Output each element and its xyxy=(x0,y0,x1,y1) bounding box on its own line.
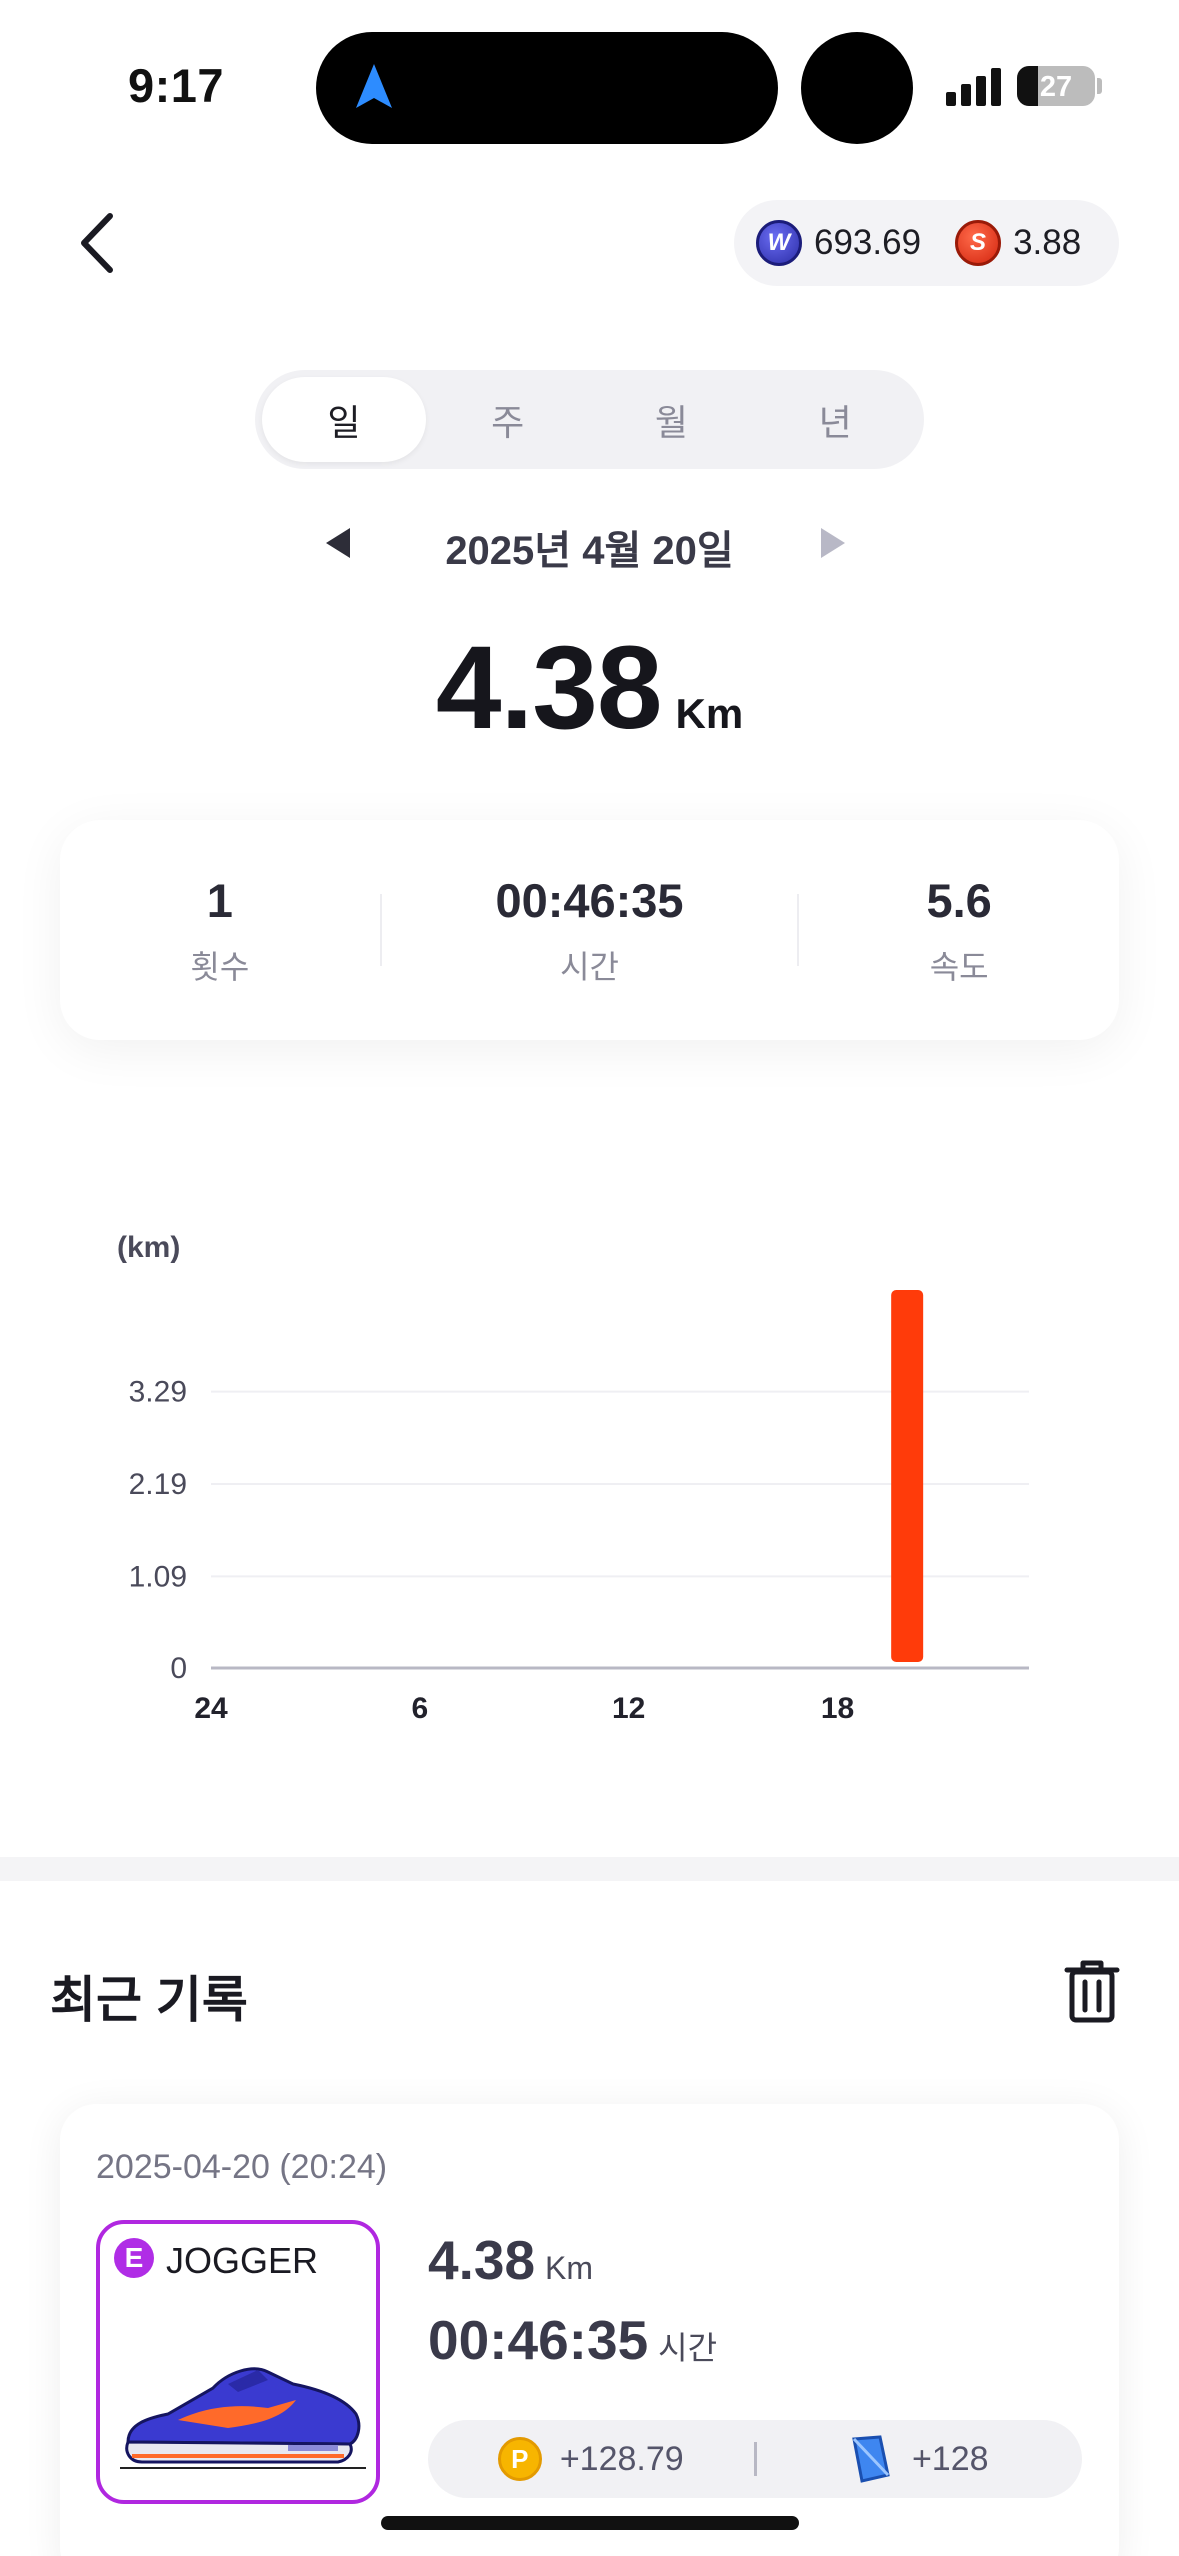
back-chevron-icon[interactable] xyxy=(72,210,122,276)
stat-count: 1 횟수 xyxy=(60,873,380,988)
stat-time-value: 00:46:35 xyxy=(495,873,684,927)
x-tick-label: 24 xyxy=(194,1692,228,1725)
dynamic-island xyxy=(316,32,778,144)
balance-s: 3.88 xyxy=(1013,223,1082,262)
balance-w: 693.69 xyxy=(814,223,922,262)
period-tabs: 일 주 월 년 xyxy=(255,370,924,469)
total-distance: 4.38 Km xyxy=(0,620,1179,756)
total-distance-value: 4.38 xyxy=(435,622,663,754)
record-distance-unit: Km xyxy=(545,2250,594,2286)
x-tick-label: 18 xyxy=(821,1692,854,1725)
shoe-card[interactable]: E JOGGER xyxy=(96,2220,380,2504)
x-tick-label: 12 xyxy=(612,1692,645,1725)
home-indicator xyxy=(381,2516,799,2530)
record-time-value: 00:46:35 xyxy=(428,2309,649,2371)
record-card[interactable]: 2025-04-20 (20:24) E JOGGER 4.38 Km 00:46… xyxy=(60,2104,1119,2556)
stat-count-label: 횟수 xyxy=(190,948,250,985)
record-distance-value: 4.38 xyxy=(428,2229,536,2291)
shoe-name: JOGGER xyxy=(166,2240,319,2281)
reward-gem: +128 xyxy=(757,2435,1083,2483)
reward-points-value: +128.79 xyxy=(559,2439,684,2478)
total-distance-unit: Km xyxy=(675,690,744,737)
stats-card: 1 횟수 00:46:35 시간 5.6 속도 xyxy=(60,820,1119,1040)
chart-bar xyxy=(891,1290,924,1662)
gem-icon xyxy=(852,2435,890,2483)
stat-speed-value: 5.6 xyxy=(926,873,992,927)
battery-icon: 27 xyxy=(1017,66,1095,106)
tab-week[interactable]: 주 xyxy=(426,377,590,462)
y-tick-label: 1.09 xyxy=(129,1560,187,1593)
running-shoe-image xyxy=(120,2367,366,2469)
shoe-grade-badge: E xyxy=(114,2238,154,2278)
rewards-pill: P +128.79 +128 xyxy=(428,2420,1082,2498)
stat-time: 00:46:35 시간 xyxy=(382,873,798,988)
battery-cap xyxy=(1097,78,1102,94)
x-tick-label: 6 xyxy=(412,1692,429,1725)
stat-speed-label: 속도 xyxy=(929,948,989,985)
record-time: 00:46:35 시간 xyxy=(428,2308,717,2372)
navigation-arrow-icon xyxy=(356,64,392,108)
point-coin-icon: P xyxy=(497,2437,542,2481)
date-navigator: 2025년 4월 20일 xyxy=(0,512,1179,576)
tab-year[interactable]: 년 xyxy=(753,377,917,462)
y-tick-label: 0 xyxy=(170,1652,187,1685)
tab-day[interactable]: 일 xyxy=(262,377,426,462)
stat-speed: 5.6 속도 xyxy=(799,873,1119,988)
signal-icon xyxy=(946,66,1002,106)
w-coin-icon: W xyxy=(756,220,802,266)
y-tick-label: 3.29 xyxy=(129,1376,187,1409)
reward-gem-value: +128 xyxy=(911,2439,989,2478)
status-time: 9:17 xyxy=(128,59,225,112)
stat-time-label: 시간 xyxy=(560,948,619,985)
recent-records-title: 최근 기록 xyxy=(50,1972,248,2028)
s-coin-icon: S xyxy=(955,220,1002,266)
battery-level: 27 xyxy=(1039,71,1073,103)
y-axis-label: (km) xyxy=(117,1231,180,1264)
trash-icon[interactable] xyxy=(1063,1958,1121,2024)
camera-cutout xyxy=(801,32,913,144)
section-divider xyxy=(0,1857,1179,1881)
stat-count-value: 1 xyxy=(206,873,233,927)
distance-chart: (km) 0 1.09 2.19 3.29 24 6 12 18 xyxy=(117,1231,1029,1725)
y-tick-label: 2.19 xyxy=(129,1468,187,1501)
date-label: 2025년 4월 20일 xyxy=(445,529,734,573)
record-time-unit: 시간 xyxy=(658,2330,718,2366)
balance-pill[interactable]: W 693.69 S 3.88 xyxy=(734,200,1119,286)
reward-points: P +128.79 xyxy=(428,2437,754,2481)
record-datetime: 2025-04-20 (20:24) xyxy=(96,2148,388,2186)
record-distance: 4.38 Km xyxy=(428,2228,593,2292)
tab-month[interactable]: 월 xyxy=(590,377,754,462)
next-date-arrow-icon[interactable] xyxy=(821,528,845,558)
